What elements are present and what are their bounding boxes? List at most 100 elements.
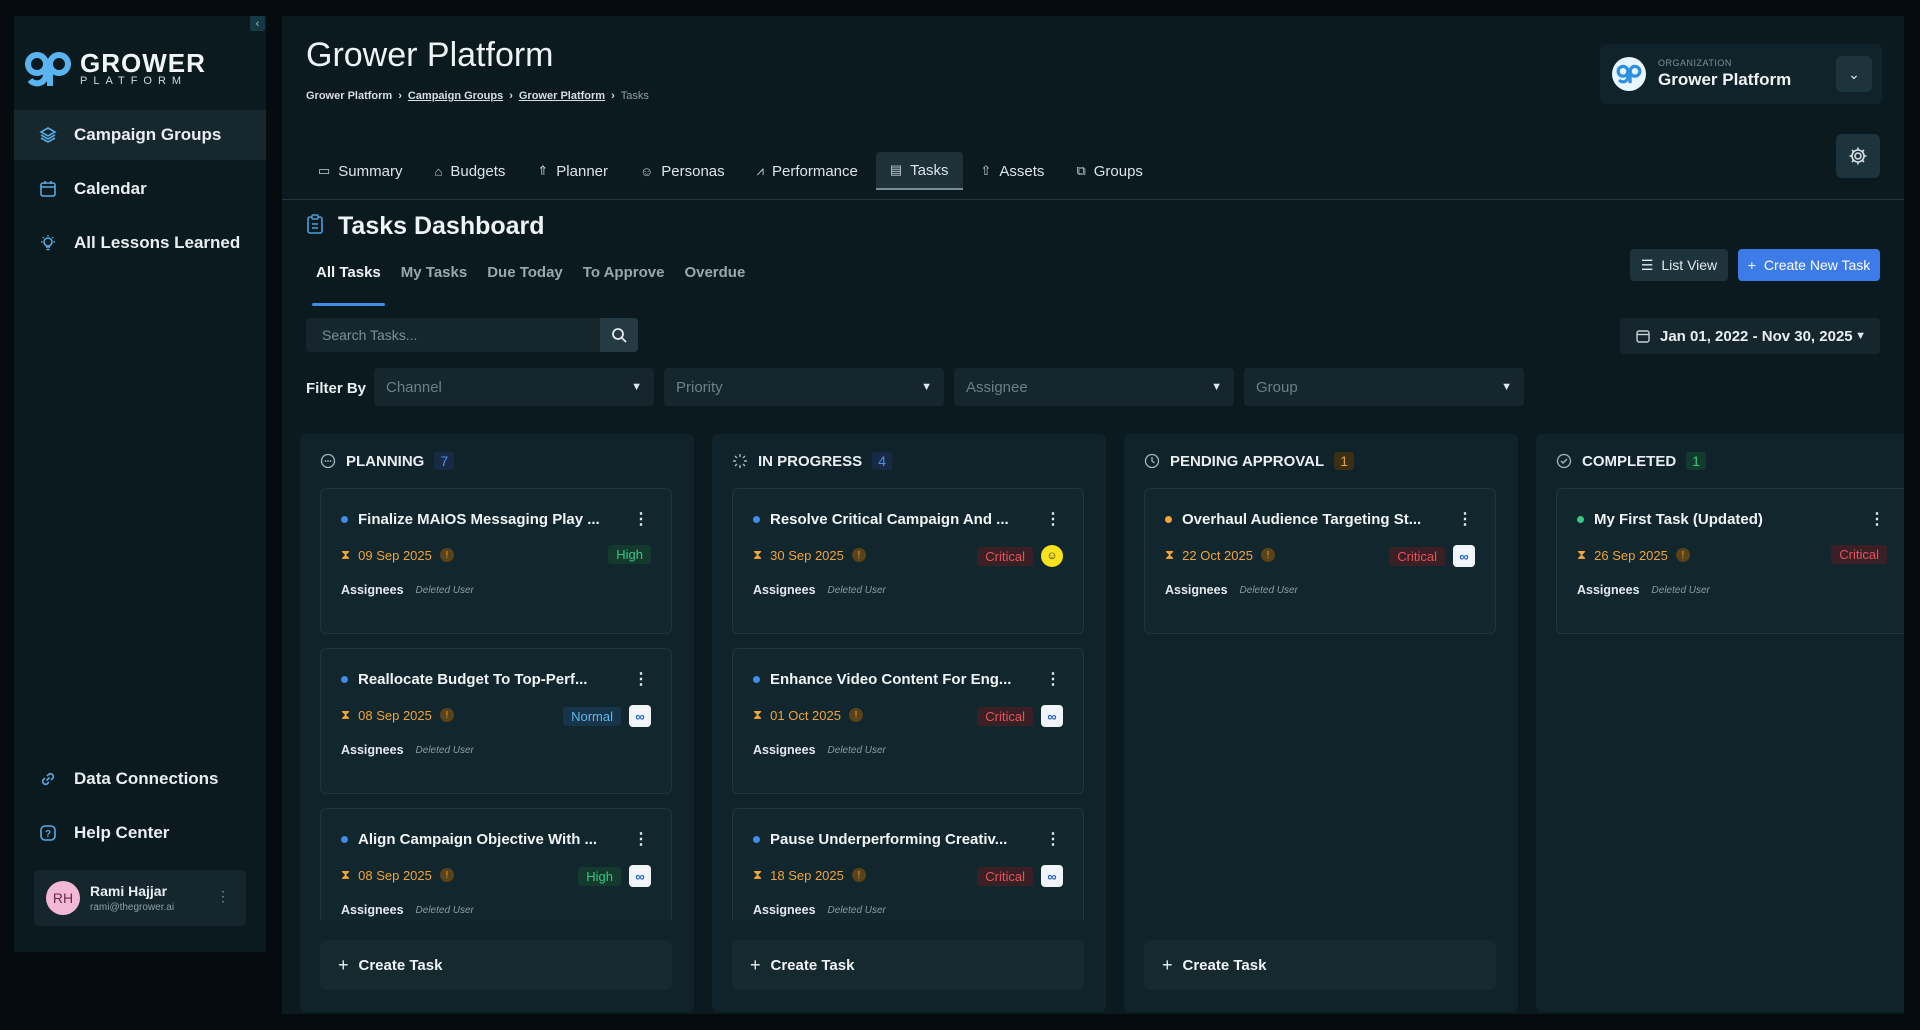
filter-label: Filter By — [306, 380, 367, 397]
status-dot — [1577, 516, 1584, 523]
priority-badge: High — [608, 545, 651, 564]
task-card[interactable]: Align Campaign Objective With ... ⋮ ⧗ 08 … — [320, 808, 672, 920]
subtab-my-tasks[interactable]: My Tasks — [391, 264, 477, 306]
tab-planner[interactable]: ⇑ Planner — [523, 152, 622, 190]
create-new-task-button[interactable]: + Create New Task — [1738, 249, 1880, 281]
create-task-label: Create Task — [1182, 956, 1267, 974]
chart-icon: ⩘ — [756, 163, 764, 178]
breadcrumb-separator: › — [611, 90, 615, 102]
create-task-label: Create Task — [770, 956, 855, 974]
breadcrumb-item[interactable]: Campaign Groups — [408, 90, 503, 102]
card-badges: High — [608, 545, 651, 564]
filter-channel[interactable]: Channel ▼ — [374, 368, 654, 406]
nav-label: Calendar — [74, 179, 147, 198]
nav-data-connections[interactable]: Data Connections — [14, 754, 266, 804]
search-input[interactable] — [306, 318, 600, 352]
hourglass-icon: ⧗ — [1165, 547, 1175, 562]
nav-help-center[interactable]: ? Help Center — [14, 808, 266, 858]
create-task-button[interactable]: + Create Task — [732, 940, 1084, 990]
cloud-upload-icon: ⇧ — [980, 163, 992, 178]
more-icon[interactable]: ⋮ — [633, 509, 649, 529]
column-header: COMPLETED 1 — [1556, 452, 1706, 470]
subtab-to-approve[interactable]: To Approve — [573, 264, 675, 306]
tab-tasks[interactable]: ▤ Tasks — [875, 152, 963, 190]
more-icon[interactable]: ⋮ — [1045, 509, 1061, 529]
task-card[interactable]: Overhaul Audience Targeting St... ⋮ ⧗ 22 … — [1144, 488, 1496, 634]
list-view-button[interactable]: ☰ List View — [1630, 249, 1728, 281]
filter-group[interactable]: Group ▼ — [1244, 368, 1524, 406]
more-icon[interactable]: ⋮ — [1045, 669, 1061, 689]
card-list: Overhaul Audience Targeting St... ⋮ ⧗ 22 … — [1144, 488, 1496, 920]
subtab-overdue[interactable]: Overdue — [674, 264, 755, 306]
chevron-down-icon[interactable]: ⌄ — [1836, 56, 1872, 92]
filter-priority[interactable]: Priority ▼ — [664, 368, 944, 406]
task-card[interactable]: Reallocate Budget To Top-Perf... ⋮ ⧗ 08 S… — [320, 648, 672, 794]
more-icon[interactable]: ⋮ — [1869, 509, 1885, 529]
task-card[interactable]: Enhance Video Content For Eng... ⋮ ⧗ 01 O… — [732, 648, 1084, 794]
sidebar: GROWER PLATFORM Campaign Groups Calendar… — [14, 16, 266, 952]
bank-icon: ⌂ — [434, 163, 443, 179]
date-range-text: Jan 01, 2022 - Nov 30, 2025 — [1660, 327, 1853, 345]
task-card[interactable]: Pause Underperforming Creativ... ⋮ ⧗ 18 S… — [732, 808, 1084, 920]
tab-groups[interactable]: ⧉ Groups — [1062, 152, 1157, 190]
due-date: ⧗ 09 Sep 2025! — [341, 547, 454, 563]
avatar: RH — [46, 881, 80, 915]
card-badges: High ∞ — [578, 865, 651, 887]
monitor-icon: ▭ — [318, 163, 331, 178]
tab-summary[interactable]: ▭ Summary — [304, 152, 416, 190]
tab-budgets[interactable]: ⌂ Budgets — [420, 152, 519, 190]
collapse-sidebar-icon[interactable]: ‹ — [250, 16, 265, 31]
nav-campaign-groups[interactable]: Campaign Groups — [14, 110, 266, 160]
rocket-icon: ⇑ — [537, 163, 549, 178]
breadcrumb-separator: › — [509, 90, 513, 102]
task-card[interactable]: My First Task (Updated) ⋮ ⧗ 26 Sep 2025! … — [1556, 488, 1904, 634]
lightbulb-icon — [38, 233, 58, 253]
priority-badge: Critical — [977, 706, 1033, 726]
user-menu-icon[interactable]: ⋮ — [216, 888, 230, 905]
more-icon[interactable]: ⋮ — [633, 669, 649, 689]
subtab-all-tasks[interactable]: All Tasks — [306, 264, 391, 306]
tab-assets[interactable]: ⇧ Assets — [967, 152, 1059, 190]
column-count: 1 — [1334, 452, 1354, 470]
org-name: Grower Platform — [1658, 70, 1792, 89]
user-card[interactable]: RH Rami Hajjar rami@thegrower.ai ⋮ — [34, 870, 246, 926]
task-card[interactable]: Finalize MAIOS Messaging Play ... ⋮ ⧗ 09 … — [320, 488, 672, 634]
list-icon: ☰ — [1640, 256, 1654, 273]
search-button[interactable] — [600, 318, 638, 352]
column-header: PLANNING 7 — [320, 452, 455, 470]
status-dot — [753, 676, 760, 683]
assignees-label: Assignees — [1577, 583, 1640, 597]
hourglass-icon: ⧗ — [753, 707, 763, 722]
logo-mark-icon — [25, 52, 71, 87]
due-date: ⧗ 01 Oct 2025! — [753, 707, 863, 723]
tab-label: Budgets — [450, 162, 506, 180]
tab-performance[interactable]: ⩘ Performance — [743, 152, 872, 190]
logo[interactable]: GROWER PLATFORM — [24, 50, 206, 88]
status-dot — [1165, 516, 1172, 523]
hourglass-icon: ⧗ — [753, 867, 763, 882]
nav-calendar[interactable]: Calendar — [14, 164, 266, 214]
tab-label: Performance — [772, 162, 858, 180]
date-range-picker[interactable]: Jan 01, 2022 - Nov 30, 2025 ▼ — [1620, 318, 1880, 354]
breadcrumb-item[interactable]: Grower Platform — [519, 90, 605, 102]
meta-icon: ∞ — [629, 865, 651, 887]
hourglass-icon: ⧗ — [1577, 547, 1587, 562]
assignees: Assignees Deleted User — [753, 903, 886, 917]
more-icon[interactable]: ⋮ — [633, 829, 649, 849]
create-task-button[interactable]: + Create Task — [320, 940, 672, 990]
organization-selector[interactable]: ORGANIZATION Grower Platform ⌄ — [1600, 44, 1882, 104]
nav-all-lessons-learned[interactable]: All Lessons Learned — [14, 218, 266, 268]
subtab-due-today[interactable]: Due Today — [477, 264, 573, 306]
filter-assignee[interactable]: Assignee ▼ — [954, 368, 1234, 406]
card-list: Finalize MAIOS Messaging Play ... ⋮ ⧗ 09 … — [320, 488, 672, 920]
assignee-name: Deleted User — [827, 584, 886, 596]
more-icon[interactable]: ⋮ — [1457, 509, 1473, 529]
caret-down-icon: ▼ — [921, 381, 932, 393]
tab-personas[interactable]: ☺ Personas — [626, 152, 739, 190]
assignees: Assignees Deleted User — [753, 583, 886, 597]
breadcrumb-item[interactable]: Grower Platform — [306, 90, 392, 102]
due-date: ⧗ 26 Sep 2025! — [1577, 547, 1690, 563]
task-card[interactable]: Resolve Critical Campaign And ... ⋮ ⧗ 30 … — [732, 488, 1084, 634]
more-icon[interactable]: ⋮ — [1045, 829, 1061, 849]
create-task-button[interactable]: + Create Task — [1144, 940, 1496, 990]
